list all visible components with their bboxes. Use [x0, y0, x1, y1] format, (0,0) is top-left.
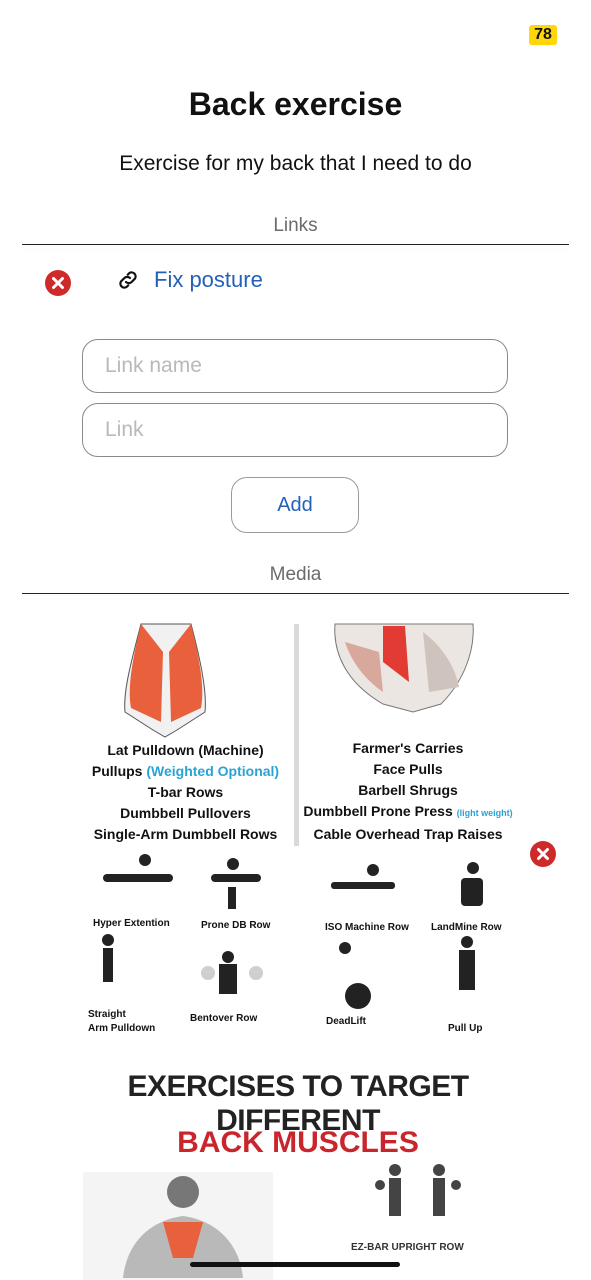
links-section-label: Links [273, 215, 318, 236]
media-image-back-muscles[interactable]: EXERCISES TO TARGET DIFFERENT BACK MUSCL… [83, 1062, 513, 1280]
page-title: Back exercise [188, 86, 403, 122]
media-section-label: Media [269, 564, 322, 585]
page-description: Exercise for my back that I need to do [119, 152, 472, 175]
close-icon [537, 848, 549, 860]
link-name-field[interactable] [82, 339, 508, 393]
status-badge: 78 [529, 25, 557, 45]
exercise-label: Hyper Extention [93, 918, 170, 929]
close-icon [52, 277, 64, 289]
exercise-label: ISO Machine Row [325, 922, 409, 933]
link-icon [119, 271, 137, 289]
exercise-label: Arm Pulldown [88, 1023, 156, 1034]
media-image-back-exercises[interactable]: Lat Pulldown (Machine) Pullups (Weighted… [83, 612, 513, 1052]
remove-link-button[interactable] [45, 270, 71, 296]
link-url-field[interactable] [82, 403, 508, 457]
exercise-label: Pull Up [448, 1023, 483, 1034]
exercise-label: DeadLift [326, 1016, 366, 1027]
left-exercise-list: Lat Pulldown (Machine) Pullups (Weighted… [91, 742, 280, 842]
link-item[interactable]: Fix posture [116, 267, 263, 293]
exercise-label: Straight [88, 1009, 126, 1020]
link-label[interactable]: Fix posture [154, 267, 263, 293]
image-caption: EZ-BAR UPRIGHT ROW [351, 1242, 464, 1253]
exercise-label: Prone DB Row [201, 920, 271, 931]
exercise-label: LandMine Row [431, 922, 502, 933]
home-indicator[interactable] [190, 1262, 400, 1267]
exercise-label: Bentover Row [190, 1013, 258, 1024]
media-divider [22, 593, 569, 594]
image-subheading: BACK MUSCLES [177, 1126, 419, 1159]
remove-media-button[interactable] [530, 841, 556, 867]
link-name-input[interactable] [83, 340, 507, 392]
link-url-input[interactable] [83, 404, 507, 456]
links-divider [22, 244, 569, 245]
right-exercise-list: Farmer's Carries Face Pulls Barbell Shru… [303, 740, 513, 842]
add-link-button[interactable]: Add [231, 477, 359, 533]
